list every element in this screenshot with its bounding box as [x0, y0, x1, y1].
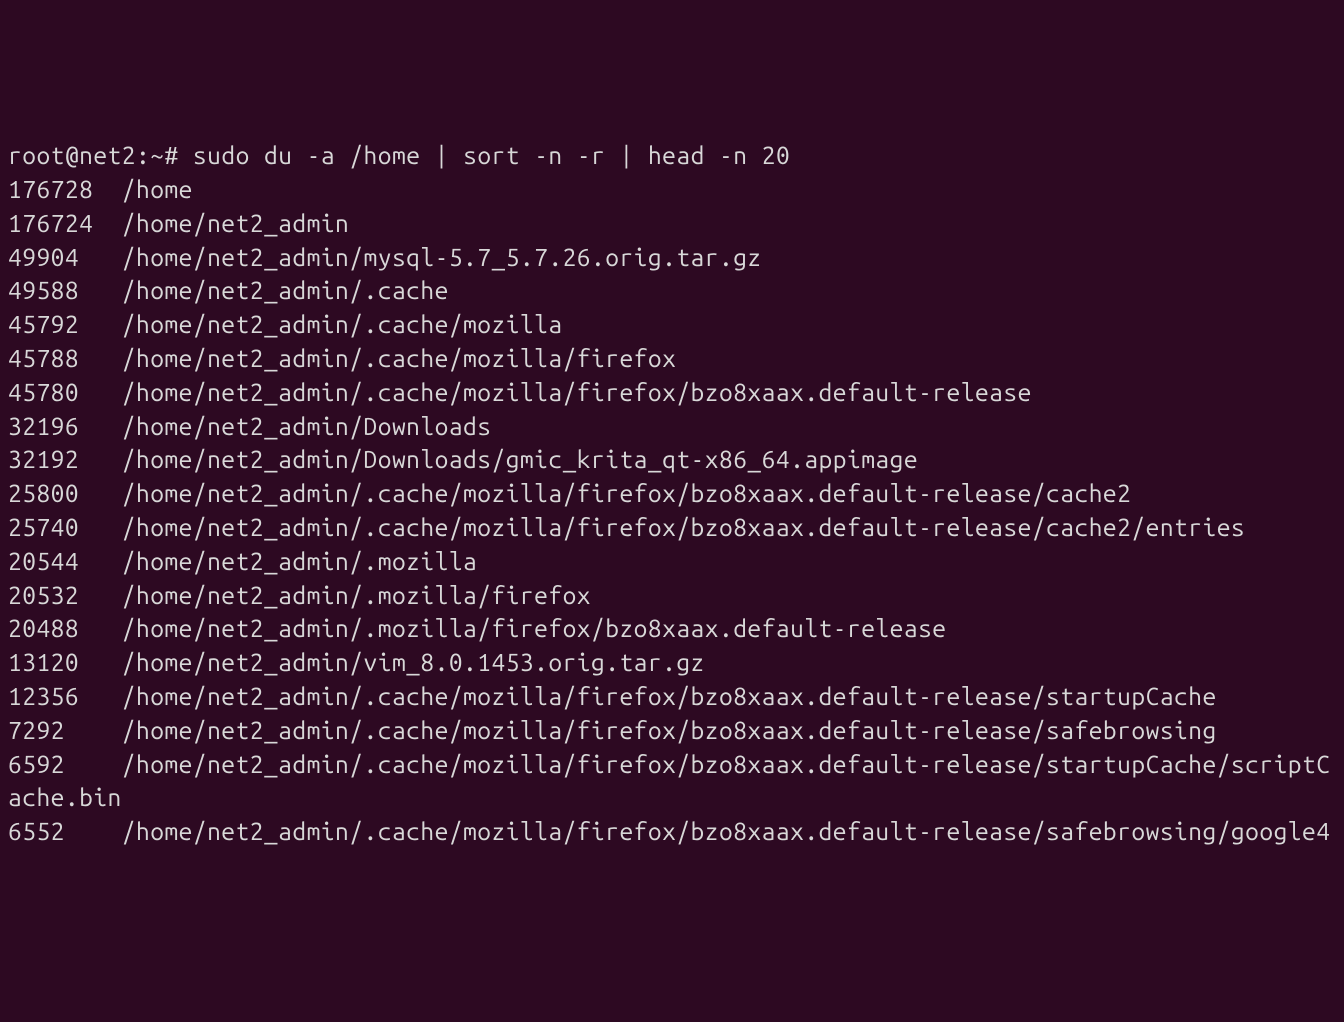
output-line: 6552 /home/net2_admin/.cache/mozilla/fir… [8, 815, 1336, 849]
output-line: 12356 /home/net2_admin/.cache/mozilla/fi… [8, 680, 1336, 714]
output-line: 25800 /home/net2_admin/.cache/mozilla/fi… [8, 477, 1336, 511]
output-line: 20488 /home/net2_admin/.mozilla/firefox/… [8, 612, 1336, 646]
output-line: 25740 /home/net2_admin/.cache/mozilla/fi… [8, 511, 1336, 545]
output-line: 45788 /home/net2_admin/.cache/mozilla/fi… [8, 342, 1336, 376]
output-line: 7292 /home/net2_admin/.cache/mozilla/fir… [8, 714, 1336, 748]
output-line: 20544 /home/net2_admin/.mozilla [8, 545, 1336, 579]
output-line: 49588 /home/net2_admin/.cache [8, 274, 1336, 308]
prompt-user-host: root@net2 [8, 141, 136, 169]
output-line: 32192 /home/net2_admin/Downloads/gmic_kr… [8, 443, 1336, 477]
output-line: 176724 /home/net2_admin [8, 207, 1336, 241]
output-line: 176728 /home [8, 173, 1336, 207]
output-line: 6592 /home/net2_admin/.cache/mozilla/fir… [8, 748, 1336, 816]
output-line: 13120 /home/net2_admin/vim_8.0.1453.orig… [8, 646, 1336, 680]
command-text: sudo du -a /home | sort -n -r | head -n … [193, 141, 790, 169]
prompt-cwd: ~ [150, 141, 164, 169]
terminal-output: 176728 /home176724 /home/net2_admin49904… [8, 173, 1336, 849]
output-line: 45792 /home/net2_admin/.cache/mozilla [8, 308, 1336, 342]
prompt-line[interactable]: root@net2:~# sudo du -a /home | sort -n … [8, 139, 1336, 173]
output-line: 49904 /home/net2_admin/mysql-5.7_5.7.26.… [8, 241, 1336, 275]
output-line: 32196 /home/net2_admin/Downloads [8, 410, 1336, 444]
prompt-separator: : [136, 141, 150, 169]
output-line: 45780 /home/net2_admin/.cache/mozilla/fi… [8, 376, 1336, 410]
prompt-symbol: # [164, 141, 178, 169]
output-line: 20532 /home/net2_admin/.mozilla/firefox [8, 579, 1336, 613]
